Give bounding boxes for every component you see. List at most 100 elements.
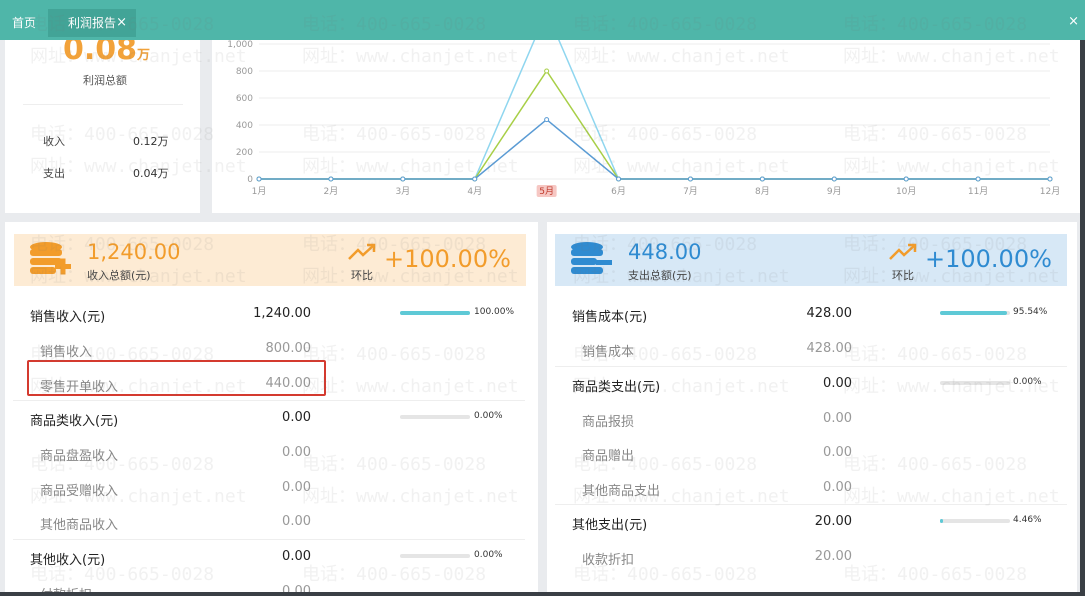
income-row: 其他商品收入 0.00	[5, 505, 538, 539]
income-row: 商品类收入(元) 0.00 0.00%	[5, 401, 538, 435]
chart-x-tick-label: 3月	[395, 186, 410, 197]
profit-total-label: 利润总额	[83, 74, 127, 87]
chart-x-tick-label: 10月	[896, 186, 916, 197]
income-row-name: 商品盘盈收入	[40, 449, 119, 464]
summary-expense-label: 支出	[43, 167, 65, 180]
chart-data-point	[616, 176, 622, 182]
income-row-percent: 100.00%	[474, 307, 515, 317]
income-progress-bar	[400, 553, 470, 558]
chart-data-point	[256, 176, 262, 182]
expense-row: 商品赠出 0.00	[547, 436, 1077, 470]
chart-data-point	[903, 176, 909, 182]
expense-row-name: 其他支出(元)	[572, 518, 648, 533]
income-row-value: 1,240.00	[253, 306, 311, 321]
expense-progress-bar	[940, 311, 1010, 315]
chart-data-point	[1047, 176, 1053, 182]
expense-row-value: 0.00	[823, 445, 852, 460]
expense-mom-label: 环比	[892, 269, 914, 282]
monthly-trend-chart: 1,000 800 600 400 200 01月 2月 3月 4月 5月 6月 7月 8月 9月 10月 1…	[227, 16, 1060, 197]
income-row-percent: 0.00%	[474, 549, 503, 560]
expense-row-name: 收款折扣	[582, 553, 635, 568]
income-row-name: 商品受赠收入	[40, 483, 119, 499]
chart-x-tick-label: 11月	[968, 186, 988, 197]
income-row-name: 付款折扣	[40, 584, 92, 593]
expense-row-name: 其他商品支出	[582, 483, 661, 499]
highlight-box	[27, 360, 326, 396]
income-row-value: 800.00	[265, 341, 312, 356]
chart-x-tick-label: 7月	[683, 186, 698, 197]
expense-row: 销售成本(元) 428.00 95.54%	[547, 297, 1077, 331]
income-row: 付款折扣 0.00	[5, 575, 538, 593]
chart-data-point	[544, 68, 550, 74]
income-row: 商品盘盈收入 0.00	[5, 436, 538, 470]
income-progress-bar	[400, 311, 470, 315]
coins-plus-icon	[30, 242, 71, 275]
expense-total-label: 支出总额(元)	[628, 269, 692, 282]
income-mom-label: 环比	[351, 269, 373, 282]
chart-y-tick-label: 600	[236, 94, 253, 104]
expense-row: 其他商品支出 0.00	[547, 471, 1077, 505]
chart-x-tick-label: 5月	[539, 186, 554, 197]
expense-progress-fill	[940, 519, 944, 523]
expense-row: 销售成本 428.00	[547, 332, 1077, 366]
monthly-trend-chart-card: 1,000 800 600 400 200 0 1月 2月 3月 4月 5月 6月 7月 8月 9月 10月 1…	[212, 16, 1080, 213]
expense-card: 448.00 支出总额(元) 环比 +100.00% 销售成本(元) 428.00…	[547, 222, 1077, 592]
expense-row-name: 商品类支出(元)	[572, 379, 661, 395]
expense-progress-fill	[940, 311, 1007, 315]
income-row-name: 其他商品收入	[40, 518, 119, 533]
expense-row-value: 20.00	[814, 514, 852, 529]
coins-minus-icon	[571, 242, 612, 274]
income-progress-fill	[400, 311, 470, 315]
expense-total-amount: 448.00	[628, 240, 702, 264]
income-card: 1,240.00 收入总额(元) 环比 +100.00% 销售收入(元) 1,24…	[5, 222, 538, 592]
income-total-label: 收入总额(元)	[87, 269, 151, 282]
tab-profit-report[interactable]: 利润报告 ×	[48, 9, 136, 37]
income-row: 商品受赠收入 0.00	[5, 471, 538, 505]
expense-row-value: 0.00	[823, 375, 852, 391]
expense-row-name: 商品报损	[582, 414, 635, 430]
income-row-value: 0.00	[282, 514, 311, 529]
expense-row-name: 销售成本	[582, 345, 635, 360]
window-close-icon[interactable]: ×	[1068, 14, 1079, 29]
expense-row: 其他支出(元) 20.00 4.46%	[547, 505, 1077, 539]
window-edge	[1080, 16, 1085, 596]
expense-header: 448.00 支出总额(元) 环比 +100.00%	[555, 234, 1067, 286]
income-row-value: 0.00	[282, 410, 311, 425]
expense-row-percent: 95.54%	[1013, 307, 1048, 317]
chart-x-tick-label: 8月	[755, 186, 770, 197]
expense-progress-bar	[940, 380, 1010, 385]
chart-y-tick-label: 800	[236, 67, 253, 77]
expense-row-name: 销售成本(元)	[572, 310, 648, 325]
tab-home[interactable]: 首页	[12, 9, 36, 37]
tab-bar: 首页 利润报告 × ×	[0, 0, 1085, 40]
income-row-name: 其他收入(元)	[30, 552, 106, 568]
income-row-value: 0.00	[282, 479, 311, 495]
tab-profit-report-label: 利润报告	[68, 16, 117, 30]
income-progress-bar	[400, 415, 470, 419]
expense-row-value: 428.00	[806, 341, 853, 356]
chart-data-point	[544, 117, 550, 123]
chart-x-tick-label: 9月	[827, 186, 842, 197]
expense-row-value: 20.00	[814, 549, 852, 564]
income-row: 其他收入(元) 0.00 0.00%	[5, 540, 538, 574]
chart-x-tick-label: 2月	[324, 186, 339, 197]
tab-close-icon[interactable]: ×	[116, 9, 127, 37]
chart-y-tick-label: 400	[236, 121, 253, 131]
chart-data-point	[472, 176, 478, 182]
income-mom-value: +100.00%	[384, 245, 511, 273]
income-row: 销售收入(元) 1,240.00 100.00%	[5, 297, 538, 331]
chart-x-tick-label: 4月	[467, 186, 482, 197]
expense-row-percent: 4.46%	[1013, 515, 1042, 525]
trend-up-icon	[889, 243, 917, 260]
income-row-value: 0.00	[282, 548, 311, 564]
chart-x-tick-label: 1月	[252, 186, 267, 197]
profit-summary-card: 0.08万 利润总额 收入 0.12万 支出 0.04万	[5, 16, 200, 213]
chart-data-point	[975, 176, 981, 182]
income-row-name: 商品类收入(元)	[30, 414, 119, 429]
chart-data-point	[759, 176, 765, 182]
expense-row-name: 商品赠出	[582, 449, 635, 464]
expense-row: 收款折扣 20.00	[547, 540, 1077, 574]
summary-income-value: 0.12万	[133, 135, 169, 148]
expense-mom-value: +100.00%	[925, 245, 1052, 273]
income-row-value: 0.00	[282, 445, 311, 460]
